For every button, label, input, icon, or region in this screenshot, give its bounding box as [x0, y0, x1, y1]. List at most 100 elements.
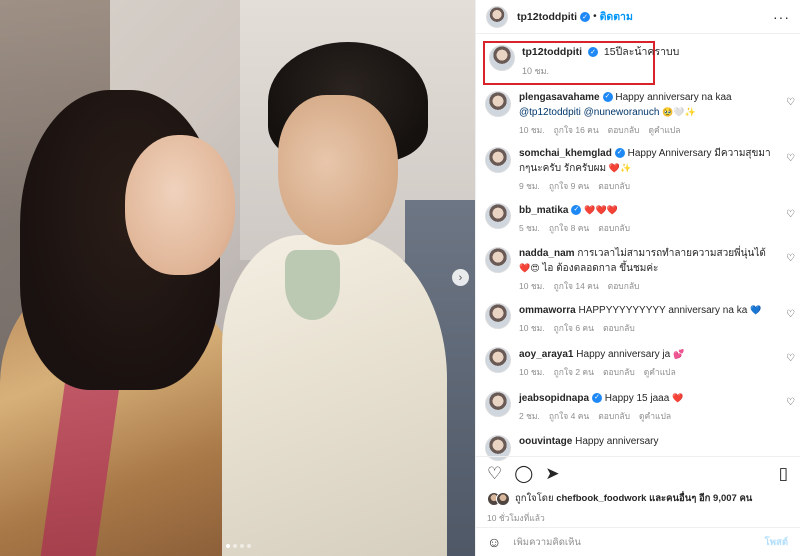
follow-button[interactable]: ติดตาม — [600, 8, 633, 25]
chevron-right-icon: › — [458, 271, 463, 284]
verified-badge-icon: ✓ — [588, 47, 598, 58]
photo-man-collar — [285, 250, 340, 320]
comment-like-heart-icon[interactable]: ♡ — [786, 397, 795, 408]
comment-item: ommaworra HAPPYYYYYYYYY anniversary na k… — [483, 303, 795, 341]
comment-like-heart-icon[interactable]: ♡ — [786, 153, 795, 164]
comment-emoji: ❤️😍 — [519, 263, 540, 273]
comment-time: 2 ชม. — [519, 411, 540, 421]
comment-text: การเวลาไม่สามารถทำลายความสวยพี่นุ่นได้ — [577, 248, 766, 259]
reply-button[interactable]: ตอบกลับ — [598, 409, 630, 423]
liked-user[interactable]: chefbook_foodwork — [556, 493, 646, 504]
bookmark-icon[interactable]: ▯ — [779, 465, 788, 483]
comment-item: jeabsopidnapa ✓ Happy 15 jaaa ❤️ 2 ชม. ถู… — [483, 391, 795, 429]
heart-icon[interactable]: ♡ — [487, 465, 502, 483]
verified-badge-icon: ✓ — [614, 148, 625, 159]
comment-likes[interactable]: ถูกใจ 14 คน — [554, 279, 599, 293]
reply-button[interactable]: ตอบกลับ — [608, 123, 640, 137]
comment-icon[interactable]: ◯ — [514, 465, 533, 483]
comment-like-heart-icon[interactable]: ♡ — [786, 309, 795, 320]
reply-button[interactable]: ตอบกลับ — [598, 221, 630, 235]
comment-like-heart-icon[interactable]: ♡ — [786, 353, 795, 364]
more-options-icon[interactable]: ··· — [773, 9, 790, 25]
comment-username[interactable]: plengasavahame — [519, 92, 600, 103]
post-comment-button[interactable]: โพสต์ — [765, 535, 788, 550]
translate-button[interactable]: ดูคำแปล — [648, 123, 680, 137]
comment-username[interactable]: nadda_nam — [519, 248, 575, 259]
caption: tp12toddpiti ✓ 15ปีละน้าคราบบ 10 ชม. — [489, 45, 679, 79]
author-username[interactable]: tp12toddpiti — [517, 11, 577, 23]
comment-likes[interactable]: ถูกใจ 2 คน — [554, 365, 594, 379]
comment-item: plengasavahame ✓ Happy anniversary na kaa… — [483, 91, 795, 141]
verified-badge-icon: ✓ — [580, 11, 591, 22]
comment-emoji: 🥹🤍✨ — [662, 107, 696, 117]
liked-by: ถูกใจโดย chefbook_foodwork และคนอื่นๆ อี… — [487, 491, 788, 506]
comment-time: 10 ชม. — [519, 323, 545, 333]
reply-button[interactable]: ตอบกลับ — [608, 279, 640, 293]
next-photo-button[interactable]: › — [452, 269, 469, 286]
comment-time: 9 ชม. — [519, 181, 540, 191]
carousel-dot — [233, 544, 237, 548]
comment-like-heart-icon[interactable]: ♡ — [786, 209, 795, 220]
comment-likes[interactable]: ถูกใจ 9 คน — [549, 179, 589, 193]
comment-list: plengasavahame ✓ Happy anniversary na kaa… — [483, 91, 795, 461]
comment-username[interactable]: ommaworra — [519, 305, 576, 316]
share-icon[interactable]: ➤ — [545, 465, 559, 483]
verified-badge-icon: ✓ — [592, 393, 603, 404]
carousel-dot — [240, 544, 244, 548]
reply-button[interactable]: ตอบกลับ — [603, 321, 635, 335]
translate-button[interactable]: ดูคำแปล — [639, 409, 671, 423]
caption-avatar[interactable] — [489, 45, 515, 71]
comment-item: nadda_nam การเวลาไม่สามารถทำลายความสวยพี… — [483, 247, 795, 297]
comment-avatar[interactable] — [485, 91, 511, 117]
comment-avatar[interactable] — [485, 391, 511, 417]
comment-emoji: 💕 — [673, 349, 685, 359]
comment-item: bb_matika ✓ ❤️❤️❤️ 5 ชม. ถูกใจ 8 คน ตอบกล… — [483, 203, 795, 241]
carousel-dot — [226, 544, 230, 548]
comment-username[interactable]: oouvintage — [519, 436, 572, 447]
comment-username[interactable]: aoy_araya1 — [519, 349, 574, 360]
liked-prefix: ถูกใจโดย — [515, 493, 554, 504]
verified-badge-icon: ✓ — [571, 205, 582, 216]
post-header: tp12toddpiti ✓ • ติดตาม ··· — [476, 0, 800, 34]
comment-item: oouvintage Happy anniversary — [483, 435, 795, 461]
comment-time: 5 ชม. — [519, 223, 540, 233]
comment-emoji: 💙 — [750, 305, 762, 315]
liker-avatars — [487, 491, 510, 506]
author-avatar[interactable] — [486, 5, 508, 28]
comment-emoji: ❤️ — [672, 393, 684, 403]
comment-username[interactable]: bb_matika — [519, 205, 568, 216]
emoji-icon[interactable]: ☺ — [487, 534, 501, 550]
translate-button[interactable]: ดูคำแปล — [644, 365, 676, 379]
comment-input[interactable] — [513, 536, 734, 548]
comment-emoji: ❤️❤️❤️ — [584, 205, 618, 215]
comment-avatar[interactable] — [485, 147, 511, 173]
comment-mention[interactable]: @nuneworanuch — [584, 107, 660, 118]
comment-avatar[interactable] — [485, 203, 511, 229]
comment-like-heart-icon[interactable]: ♡ — [786, 97, 795, 108]
comment-text: Happy anniversary ja — [576, 349, 671, 360]
comment-avatar[interactable] — [485, 303, 511, 329]
reply-button[interactable]: ตอบกลับ — [603, 365, 635, 379]
comment-avatar[interactable] — [485, 347, 511, 373]
carousel-dot — [247, 544, 251, 548]
liker-avatar — [496, 491, 510, 506]
verified-badge-icon: ✓ — [602, 92, 613, 103]
liked-others[interactable]: และคนอื่นๆ อีก 9,007 คน — [649, 493, 752, 504]
post-actions: ♡ ◯ ➤ ▯ ถูกใจโดย chefbook_foodwork และคน… — [475, 456, 800, 525]
caption-text: 15ปีละน้าคราบบ — [603, 46, 680, 58]
comment-likes[interactable]: ถูกใจ 16 คน — [554, 123, 599, 137]
comment-avatar[interactable] — [485, 247, 511, 273]
caption-time: 10 ชม. — [522, 66, 550, 76]
comment-likes[interactable]: ถูกใจ 6 คน — [554, 321, 594, 335]
comment-username[interactable]: jeabsopidnapa — [519, 393, 589, 404]
caption-username[interactable]: tp12toddpiti — [522, 46, 582, 58]
reply-button[interactable]: ตอบกลับ — [598, 179, 630, 193]
comment-username[interactable]: somchai_khemglad — [519, 148, 612, 159]
post-time-ago: 10 ชั่วโมงที่แล้ว — [487, 513, 545, 523]
comment-mention[interactable]: @tp12toddpiti — [519, 107, 581, 118]
comment-item: somchai_khemglad ✓ Happy Anniversary มีคว… — [483, 147, 795, 197]
comment-item: aoy_araya1 Happy anniversary ja 💕 10 ชม.… — [483, 347, 795, 385]
comment-likes[interactable]: ถูกใจ 4 คน — [549, 409, 589, 423]
comment-like-heart-icon[interactable]: ♡ — [786, 253, 795, 264]
comment-likes[interactable]: ถูกใจ 8 คน — [549, 221, 589, 235]
